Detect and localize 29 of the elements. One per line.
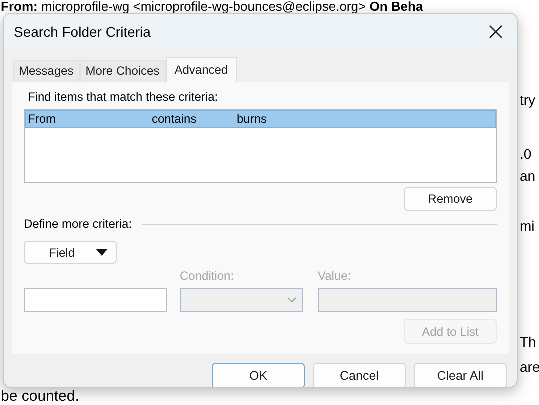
dialog-button[interactable]: Cancel xyxy=(313,363,406,387)
criteria-label: Find items that match these criteria: xyxy=(27,89,220,106)
value-label: Value: xyxy=(318,268,352,285)
email-text: mi xyxy=(520,217,535,236)
sender-label: From: xyxy=(1,0,38,14)
email-text: Th xyxy=(520,333,536,352)
tab[interactable]: More Choices xyxy=(80,60,166,82)
criteria-row[interactable]: From contains burns xyxy=(25,110,496,128)
email-text: > xyxy=(358,0,366,14)
email-text: try xyxy=(520,91,536,110)
section-label: Define more criteria: xyxy=(24,216,132,233)
sender-name: microprofile-wg < xyxy=(41,0,141,14)
email-text: .0 xyxy=(520,145,532,164)
email-link[interactable]: microprofile-wg-bounces@eclipse.org xyxy=(140,0,358,14)
condition-label: Condition: xyxy=(180,268,236,285)
caret-icon xyxy=(96,249,108,256)
email-text: be counted. xyxy=(1,389,80,405)
field-button[interactable]: Field xyxy=(24,241,117,264)
close-icon[interactable] xyxy=(489,25,503,39)
dialog-button[interactable]: Clear All xyxy=(414,363,507,387)
field-input[interactable] xyxy=(24,288,167,312)
window-title: Search Folder Criteria xyxy=(14,22,151,42)
chevron-down-icon xyxy=(287,297,297,303)
dialog-button[interactable]: OK xyxy=(212,363,305,387)
tab[interactable]: Advanced xyxy=(166,57,238,82)
email-text: an xyxy=(520,167,536,186)
tab[interactable]: Messages xyxy=(13,60,80,82)
email-text: On Beha xyxy=(370,0,424,14)
remove-button[interactable]: Remove xyxy=(404,187,497,211)
